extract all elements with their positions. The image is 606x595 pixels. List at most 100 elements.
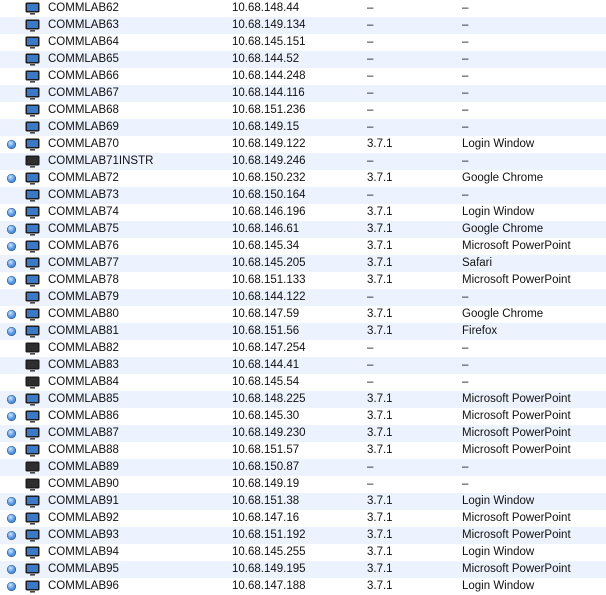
client-version: 3.7.1: [367, 172, 393, 184]
computer-row[interactable]: COMMLAB68 10.68.151.236 – –: [0, 102, 606, 119]
ip-address: 10.68.150.232: [232, 172, 306, 184]
computer-row[interactable]: COMMLAB71INSTR 10.68.149.246 – –: [0, 153, 606, 170]
computer-row[interactable]: COMMLAB84 10.68.145.54 – –: [0, 374, 606, 391]
status-dot-icon: [7, 259, 16, 268]
computer-row[interactable]: COMMLAB81 10.68.151.56 3.7.1 Firefox: [0, 323, 606, 340]
computer-row[interactable]: COMMLAB73 10.68.150.164 – –: [0, 187, 606, 204]
computer-row[interactable]: COMMLAB94 10.68.145.255 3.7.1 Login Wind…: [0, 544, 606, 561]
ip-address: 10.68.147.16: [232, 512, 300, 524]
status-dot-icon: [7, 140, 16, 149]
computer-row[interactable]: COMMLAB93 10.68.151.192 3.7.1 Microsoft …: [0, 527, 606, 544]
status-dot-icon: [7, 157, 16, 166]
computer-row[interactable]: COMMLAB77 10.68.145.205 3.7.1 Safari: [0, 255, 606, 272]
computer-name: COMMLAB69: [48, 121, 119, 133]
computer-row[interactable]: COMMLAB62 10.68.148.44 – –: [0, 0, 606, 17]
computer-name: COMMLAB65: [48, 53, 119, 65]
monitor-icon: [25, 393, 40, 406]
status-dot-icon: [7, 429, 16, 438]
ip-address: 10.68.149.15: [232, 121, 300, 133]
ip-address: 10.68.150.164: [232, 189, 306, 201]
client-version: –: [367, 121, 374, 133]
active-application: –: [462, 359, 469, 371]
monitor-icon: [25, 427, 40, 440]
computer-row[interactable]: COMMLAB63 10.68.149.134 – –: [0, 17, 606, 34]
computer-row[interactable]: COMMLAB67 10.68.144.116 – –: [0, 85, 606, 102]
computer-name: COMMLAB66: [48, 70, 119, 82]
computer-row[interactable]: COMMLAB66 10.68.144.248 – –: [0, 68, 606, 85]
computer-row[interactable]: COMMLAB83 10.68.144.41 – –: [0, 357, 606, 374]
computer-row[interactable]: COMMLAB91 10.68.151.38 3.7.1 Login Windo…: [0, 493, 606, 510]
ip-address: 10.68.151.192: [232, 529, 306, 541]
computer-row[interactable]: COMMLAB85 10.68.148.225 3.7.1 Microsoft …: [0, 391, 606, 408]
monitor-icon: [25, 580, 40, 593]
status-dot-icon: [7, 412, 16, 421]
computer-row[interactable]: COMMLAB86 10.68.145.30 3.7.1 Microsoft P…: [0, 408, 606, 425]
ip-address: 10.68.144.116: [232, 87, 305, 99]
computer-name: COMMLAB80: [48, 308, 119, 320]
computer-row[interactable]: COMMLAB64 10.68.145.151 – –: [0, 34, 606, 51]
computer-name: COMMLAB95: [48, 563, 119, 575]
client-version: –: [367, 461, 374, 473]
active-application: Login Window: [462, 138, 535, 150]
computer-row[interactable]: COMMLAB92 10.68.147.16 3.7.1 Microsoft P…: [0, 510, 606, 527]
client-version: –: [367, 19, 374, 31]
active-application: Microsoft PowerPoint: [462, 563, 571, 575]
ip-address: 10.68.147.188: [232, 580, 306, 592]
client-version: 3.7.1: [367, 223, 393, 235]
computer-name: COMMLAB91: [48, 495, 119, 507]
status-dot-icon: [7, 395, 16, 404]
ip-address: 10.68.148.225: [232, 393, 306, 405]
ip-address: 10.68.144.248: [232, 70, 306, 82]
computer-row[interactable]: COMMLAB76 10.68.145.34 3.7.1 Microsoft P…: [0, 238, 606, 255]
status-dot-icon: [7, 225, 16, 234]
computer-row[interactable]: COMMLAB79 10.68.144.122 – –: [0, 289, 606, 306]
computer-name: COMMLAB75: [48, 223, 119, 235]
computer-row[interactable]: COMMLAB90 10.68.149.19 – –: [0, 476, 606, 493]
monitor-icon: [25, 376, 40, 389]
computer-row[interactable]: COMMLAB65 10.68.144.52 – –: [0, 51, 606, 68]
ip-address: 10.68.145.34: [232, 240, 300, 252]
computer-row[interactable]: COMMLAB88 10.68.151.57 3.7.1 Microsoft P…: [0, 442, 606, 459]
status-dot-icon: [7, 89, 16, 98]
monitor-icon: [25, 53, 40, 66]
status-dot-icon: [7, 276, 16, 285]
computer-name: COMMLAB84: [48, 376, 119, 388]
ip-address: 10.68.149.122: [232, 138, 306, 150]
computer-name: COMMLAB67: [48, 87, 119, 99]
status-dot-icon: [7, 480, 16, 489]
computer-name: COMMLAB64: [48, 36, 119, 48]
status-dot-icon: [7, 446, 16, 455]
ip-address: 10.68.151.57: [232, 444, 300, 456]
ip-address: 10.68.145.30: [232, 410, 300, 422]
computer-row[interactable]: COMMLAB82 10.68.147.254 – –: [0, 340, 606, 357]
active-application: Google Chrome: [462, 308, 544, 320]
client-version: 3.7.1: [367, 563, 393, 575]
computer-row[interactable]: COMMLAB69 10.68.149.15 – –: [0, 119, 606, 136]
active-application: –: [462, 376, 469, 388]
client-version: 3.7.1: [367, 393, 393, 405]
computer-name: COMMLAB76: [48, 240, 119, 252]
client-version: 3.7.1: [367, 240, 393, 252]
status-dot-icon: [7, 21, 16, 30]
computer-row[interactable]: COMMLAB70 10.68.149.122 3.7.1 Login Wind…: [0, 136, 606, 153]
computer-row[interactable]: COMMLAB87 10.68.149.230 3.7.1 Microsoft …: [0, 425, 606, 442]
computer-row[interactable]: COMMLAB80 10.68.147.59 3.7.1 Google Chro…: [0, 306, 606, 323]
active-application: Microsoft PowerPoint: [462, 393, 571, 405]
status-dot-icon: [7, 565, 16, 574]
computer-row[interactable]: COMMLAB74 10.68.146.196 3.7.1 Login Wind…: [0, 204, 606, 221]
status-dot-icon: [7, 497, 16, 506]
computer-row[interactable]: COMMLAB95 10.68.149.195 3.7.1 Microsoft …: [0, 561, 606, 578]
monitor-icon: [25, 291, 40, 304]
computer-row[interactable]: COMMLAB96 10.68.147.188 3.7.1 Login Wind…: [0, 578, 606, 595]
status-dot-icon: [7, 191, 16, 200]
computer-row[interactable]: COMMLAB89 10.68.150.87 – –: [0, 459, 606, 476]
status-dot-icon: [7, 361, 16, 370]
computer-name: COMMLAB86: [48, 410, 119, 422]
computer-row[interactable]: COMMLAB78 10.68.151.133 3.7.1 Microsoft …: [0, 272, 606, 289]
active-application: Google Chrome: [462, 172, 544, 184]
computer-row[interactable]: COMMLAB75 10.68.146.61 3.7.1 Google Chro…: [0, 221, 606, 238]
status-dot-icon: [7, 38, 16, 47]
computer-row[interactable]: COMMLAB72 10.68.150.232 3.7.1 Google Chr…: [0, 170, 606, 187]
client-version: 3.7.1: [367, 410, 393, 422]
monitor-icon: [25, 189, 40, 202]
